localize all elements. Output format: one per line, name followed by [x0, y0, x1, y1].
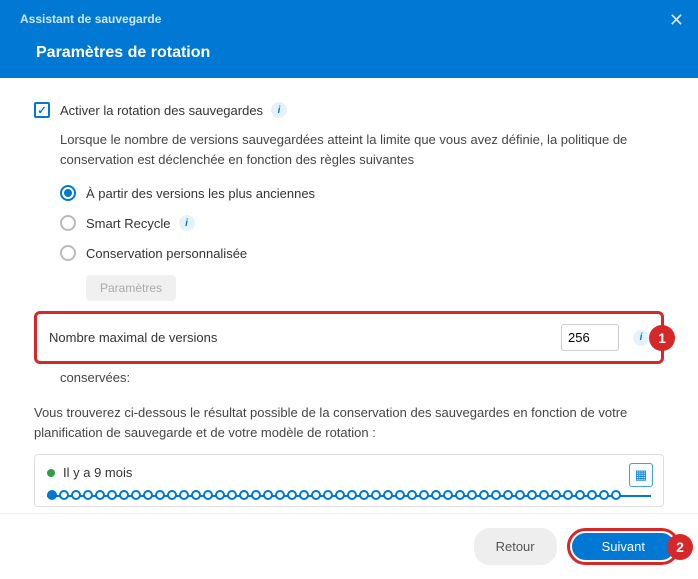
- radio-group: À partir des versions les plus anciennes…: [60, 185, 664, 301]
- timeline-tick: [251, 490, 261, 500]
- info-icon[interactable]: i: [271, 102, 287, 118]
- timeline-tick: [491, 490, 501, 500]
- next-button-highlight: Suivant 2: [567, 528, 680, 565]
- info-icon[interactable]: i: [179, 215, 195, 231]
- timeline-tick: [599, 490, 609, 500]
- timeline-tick: [383, 490, 393, 500]
- timeline-tick: [527, 490, 537, 500]
- settings-button: Paramètres: [86, 275, 176, 301]
- timeline-tick: [119, 490, 129, 500]
- timeline-track: [47, 490, 651, 500]
- timeline-preview: Il y a 9 mois ▦: [34, 454, 664, 507]
- radio-custom[interactable]: [60, 245, 76, 261]
- timeline-tick: [467, 490, 477, 500]
- max-versions-row: Nombre maximal de versions i 1: [34, 311, 664, 364]
- content-area: ✓ Activer la rotation des sauvegardes i …: [0, 78, 698, 513]
- timeline-tick: [83, 490, 93, 500]
- timeline-tick: [323, 490, 333, 500]
- timeline-tick: [239, 490, 249, 500]
- radio-custom-label: Conservation personnalisée: [86, 246, 247, 261]
- timeline-tick: [455, 490, 465, 500]
- timeline-tick: [563, 490, 573, 500]
- timeline-ago-label: Il y a 9 mois: [63, 465, 132, 480]
- timeline-tick: [95, 490, 105, 500]
- timeline-tick: [179, 490, 189, 500]
- timeline-tick: [539, 490, 549, 500]
- timeline-tick: [515, 490, 525, 500]
- next-button[interactable]: Suivant: [572, 533, 675, 560]
- radio-smart-recycle[interactable]: [60, 215, 76, 231]
- radio-oldest-first[interactable]: [60, 185, 76, 201]
- callout-badge-1: 1: [649, 325, 675, 351]
- timeline-tick: [311, 490, 321, 500]
- timeline-tick: [443, 490, 453, 500]
- timeline-tick: [47, 490, 57, 500]
- timeline-tick: [431, 490, 441, 500]
- timeline-tick: [59, 490, 69, 500]
- timeline-tick: [263, 490, 273, 500]
- timeline-tick: [611, 490, 621, 500]
- wizard-subtitle: Paramètres de rotation: [36, 44, 678, 62]
- rotation-description: Lorsque le nombre de versions sauvegardé…: [60, 130, 664, 169]
- timeline-tick: [191, 490, 201, 500]
- green-dot-icon: [47, 469, 55, 477]
- timeline-tick: [575, 490, 585, 500]
- wizard-header: Assistant de sauvegarde Paramètres de ro…: [0, 0, 698, 78]
- enable-rotation-checkbox[interactable]: ✓: [34, 102, 50, 118]
- timeline-tick: [587, 490, 597, 500]
- timeline-tick: [107, 490, 117, 500]
- timeline-tick: [479, 490, 489, 500]
- timeline-tick: [287, 490, 297, 500]
- timeline-tick: [143, 490, 153, 500]
- timeline-tick: [215, 490, 225, 500]
- timeline-tick: [131, 490, 141, 500]
- timeline-tick: [407, 490, 417, 500]
- close-button[interactable]: ✕: [669, 10, 684, 31]
- timeline-tick: [203, 490, 213, 500]
- calendar-icon[interactable]: ▦: [629, 463, 653, 487]
- timeline-tick: [503, 490, 513, 500]
- wizard-footer: Retour Suivant 2: [0, 513, 698, 579]
- timeline-tick: [419, 490, 429, 500]
- info-icon[interactable]: i: [633, 330, 649, 346]
- timeline-tick: [167, 490, 177, 500]
- timeline-tick: [359, 490, 369, 500]
- enable-rotation-label: Activer la rotation des sauvegardes: [60, 103, 263, 118]
- result-description: Vous trouverez ci-dessous le résultat po…: [34, 403, 664, 442]
- timeline-tick: [155, 490, 165, 500]
- timeline-tick: [227, 490, 237, 500]
- kept-label: conservées:: [60, 370, 664, 385]
- timeline-tick: [299, 490, 309, 500]
- radio-oldest-label: À partir des versions les plus anciennes: [86, 186, 315, 201]
- timeline-tick: [335, 490, 345, 500]
- wizard-title: Assistant de sauvegarde: [20, 12, 678, 26]
- timeline-tick: [347, 490, 357, 500]
- timeline-tick: [275, 490, 285, 500]
- callout-badge-2: 2: [667, 534, 693, 560]
- timeline-tick: [395, 490, 405, 500]
- max-versions-input[interactable]: [561, 324, 619, 351]
- max-versions-label: Nombre maximal de versions: [49, 330, 561, 345]
- timeline-tick: [71, 490, 81, 500]
- timeline-tick: [551, 490, 561, 500]
- timeline-tick: [371, 490, 381, 500]
- radio-smart-label: Smart Recycle: [86, 216, 171, 231]
- back-button[interactable]: Retour: [474, 528, 557, 565]
